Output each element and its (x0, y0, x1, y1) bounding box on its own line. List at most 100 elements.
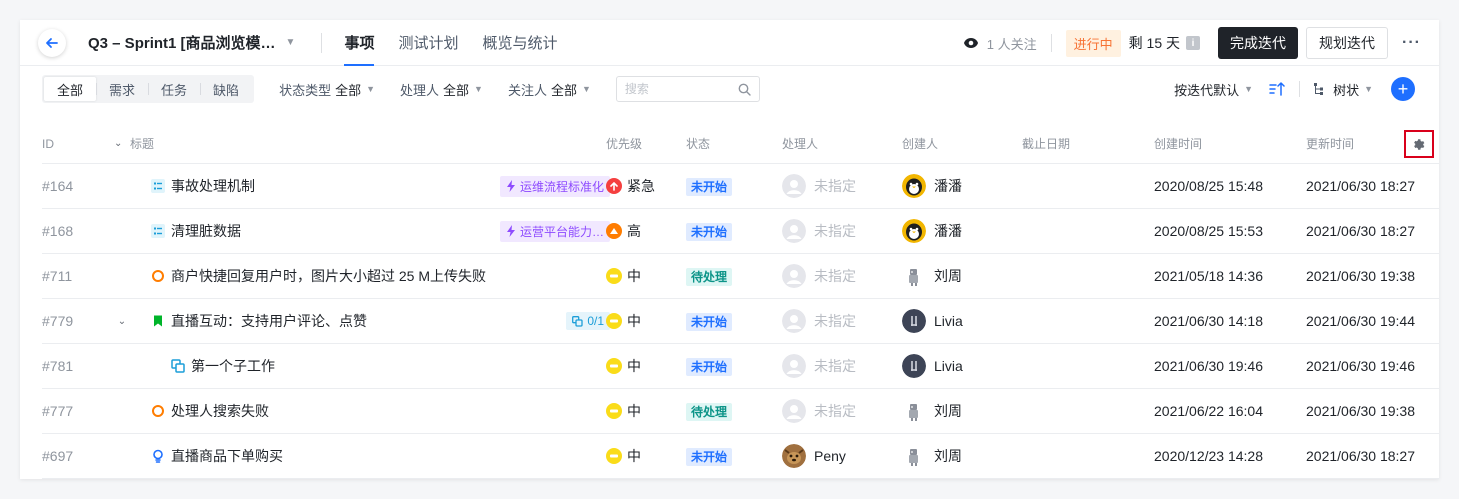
priority-cell[interactable]: 中 (606, 401, 641, 421)
priority-medium-icon (606, 268, 622, 284)
item-tag[interactable]: 运营平台能力… (499, 220, 610, 242)
segment-requirement[interactable]: 需求 (96, 77, 148, 101)
item-title[interactable]: 直播互动：支持用户评论、点赞 (171, 311, 367, 331)
item-tag[interactable]: 运维流程标准化 (499, 175, 610, 197)
assignee-cell[interactable]: 未指定 (782, 174, 856, 198)
status-cell[interactable]: 未开始 (686, 357, 733, 376)
chevron-down-icon[interactable]: ⌄ (114, 138, 122, 149)
table-row[interactable]: #777 处理人搜索失败 中 待处理 未指定 刘周 2021/06/22 16:04 2021… (42, 389, 1439, 434)
column-due-date[interactable]: 截止日期 (1022, 135, 1070, 152)
priority-cell[interactable]: 中 (606, 311, 641, 331)
item-tag-label: 运维流程标准化 (519, 179, 604, 194)
item-title[interactable]: 清理脏数据 (171, 221, 241, 241)
status-cell[interactable]: 未开始 (686, 447, 733, 466)
plan-iteration-button[interactable]: 规划迭代 (1306, 27, 1389, 59)
item-title-cell: 第一个子工作 (130, 356, 600, 376)
robot-avatar (902, 399, 926, 423)
column-created-time[interactable]: 创建时间 (1154, 135, 1202, 152)
tab-test-plan[interactable]: 测试计划 (398, 20, 458, 66)
assignee-cell[interactable]: Peny (782, 444, 846, 468)
assignee-name: 未指定 (814, 313, 856, 329)
remaining-text: 剩 15 天 (1128, 35, 1181, 51)
table-row[interactable]: #168 清理脏数据 运营平台能力… 高 未开始 未指定 潘潘 2020/08/25 15:5… (42, 209, 1439, 254)
creator-name: 刘周 (934, 403, 962, 419)
item-id[interactable]: #697 (42, 448, 73, 464)
arrow-left-icon (46, 37, 58, 48)
item-tag[interactable]: 0/1 (566, 312, 610, 330)
watchers[interactable]: 1 人关注 (963, 34, 1037, 53)
subtask-icon (170, 358, 186, 374)
assignee-cell[interactable]: 未指定 (782, 264, 856, 288)
segment-task[interactable]: 任务 (148, 77, 200, 101)
table-row[interactable]: #164 事故处理机制 运维流程标准化 紧急 未开始 未指定 潘潘 2020/08/25 15… (42, 164, 1439, 209)
view-mode-dropdown[interactable]: 树状 ▼ (1314, 80, 1373, 99)
back-button[interactable] (38, 28, 66, 57)
table-row[interactable]: #781 第一个子工作 中 未开始 未指定 Livia 2021/06/30 19:46 20… (42, 344, 1439, 389)
creator-name: 潘潘 (934, 178, 962, 194)
priority-cell[interactable]: 高 (606, 221, 641, 241)
column-id[interactable]: ID (42, 137, 54, 151)
priority-cell[interactable]: 中 (606, 356, 641, 376)
sort-order-icon[interactable] (1269, 82, 1285, 96)
column-updated-time[interactable]: 更新时间 (1306, 135, 1354, 152)
table-row[interactable]: #779 ⌄ 直播互动：支持用户评论、点赞 0/1 中 未开始 未指定 Livia 2021/0… (42, 299, 1439, 344)
add-item-button[interactable]: + (1391, 77, 1415, 101)
table-row[interactable]: #697 直播商品下单购买 中 未开始 Peny 刘周 2020/12/23 14:28 20… (42, 434, 1439, 479)
item-title[interactable]: 商户快捷回复用户时，图片大小超过 25 M上传失败 (171, 266, 486, 286)
plus-icon: + (1397, 79, 1409, 99)
priority-cell[interactable]: 紧急 (606, 176, 655, 196)
segment-all[interactable]: 全部 (44, 77, 97, 101)
column-priority[interactable]: 优先级 (606, 135, 642, 152)
updated-time: 2021/06/30 19:38 (1306, 268, 1415, 284)
filter-watcher[interactable]: 关注人 全部 ▼ (508, 80, 591, 99)
column-assignee[interactable]: 处理人 (782, 135, 818, 152)
info-icon[interactable]: i (1186, 36, 1201, 50)
tab-items[interactable]: 事项 (344, 20, 375, 66)
priority-high-icon (606, 223, 622, 239)
more-icon[interactable]: ··· (1402, 34, 1421, 52)
column-title[interactable]: ⌄ 标题 (114, 135, 154, 152)
column-settings-button[interactable] (1404, 130, 1434, 158)
item-title[interactable]: 直播商品下单购买 (171, 446, 283, 466)
status-cell[interactable]: 待处理 (686, 267, 733, 286)
priority-cell[interactable]: 中 (606, 446, 641, 466)
table-row[interactable]: #711 商户快捷回复用户时，图片大小超过 25 M上传失败 中 待处理 未指定 刘周 20… (42, 254, 1439, 299)
iteration-title[interactable]: Q3 – Sprint1 [商品浏览模… (88, 32, 276, 53)
item-id[interactable]: #781 (42, 358, 73, 374)
item-id[interactable]: #164 (42, 178, 73, 194)
remaining-days: 剩 15 天 i (1128, 33, 1201, 53)
status-cell[interactable]: 未开始 (686, 222, 733, 241)
search-box (615, 76, 760, 102)
column-creator[interactable]: 创建人 (902, 135, 938, 152)
item-id[interactable]: #168 (42, 223, 73, 239)
assignee-cell[interactable]: 未指定 (782, 309, 856, 333)
assignee-cell[interactable]: 未指定 (782, 219, 856, 243)
item-title[interactable]: 处理人搜索失败 (171, 401, 269, 421)
item-title[interactable]: 事故处理机制 (171, 176, 255, 196)
item-id[interactable]: #777 (42, 403, 73, 419)
segment-bug[interactable]: 缺陷 (200, 77, 252, 101)
status-cell[interactable]: 未开始 (686, 177, 733, 196)
created-time: 2021/05/18 14:36 (1154, 268, 1263, 284)
chevron-down-icon[interactable]: ⌄ (114, 316, 130, 327)
item-title[interactable]: 第一个子工作 (191, 356, 275, 376)
column-status[interactable]: 状态 (686, 135, 710, 152)
status-cell[interactable]: 待处理 (686, 402, 733, 421)
search-icon[interactable] (738, 83, 751, 96)
filter-assignee[interactable]: 处理人 全部 ▼ (400, 80, 483, 99)
status-cell[interactable]: 未开始 (686, 312, 733, 331)
filter-value: 全部 (443, 82, 470, 98)
search-input[interactable] (624, 82, 738, 96)
assignee-cell[interactable]: 未指定 (782, 399, 856, 423)
filter-status-type[interactable]: 状态类型 全部 ▼ (279, 80, 375, 99)
item-title-cell: 商户快捷回复用户时，图片大小超过 25 M上传失败 (130, 266, 600, 286)
sort-dropdown[interactable]: 按迭代默认 ▼ (1174, 80, 1253, 99)
assignee-cell[interactable]: 未指定 (782, 354, 856, 378)
item-id[interactable]: #779 (42, 313, 73, 329)
creator-cell: Livia (902, 354, 963, 378)
tab-overview[interactable]: 概览与统计 (482, 20, 557, 66)
complete-iteration-button[interactable]: 完成迭代 (1218, 27, 1299, 59)
priority-cell[interactable]: 中 (606, 266, 641, 286)
chevron-down-icon[interactable]: ▼ (286, 37, 296, 48)
item-id[interactable]: #711 (42, 268, 72, 284)
